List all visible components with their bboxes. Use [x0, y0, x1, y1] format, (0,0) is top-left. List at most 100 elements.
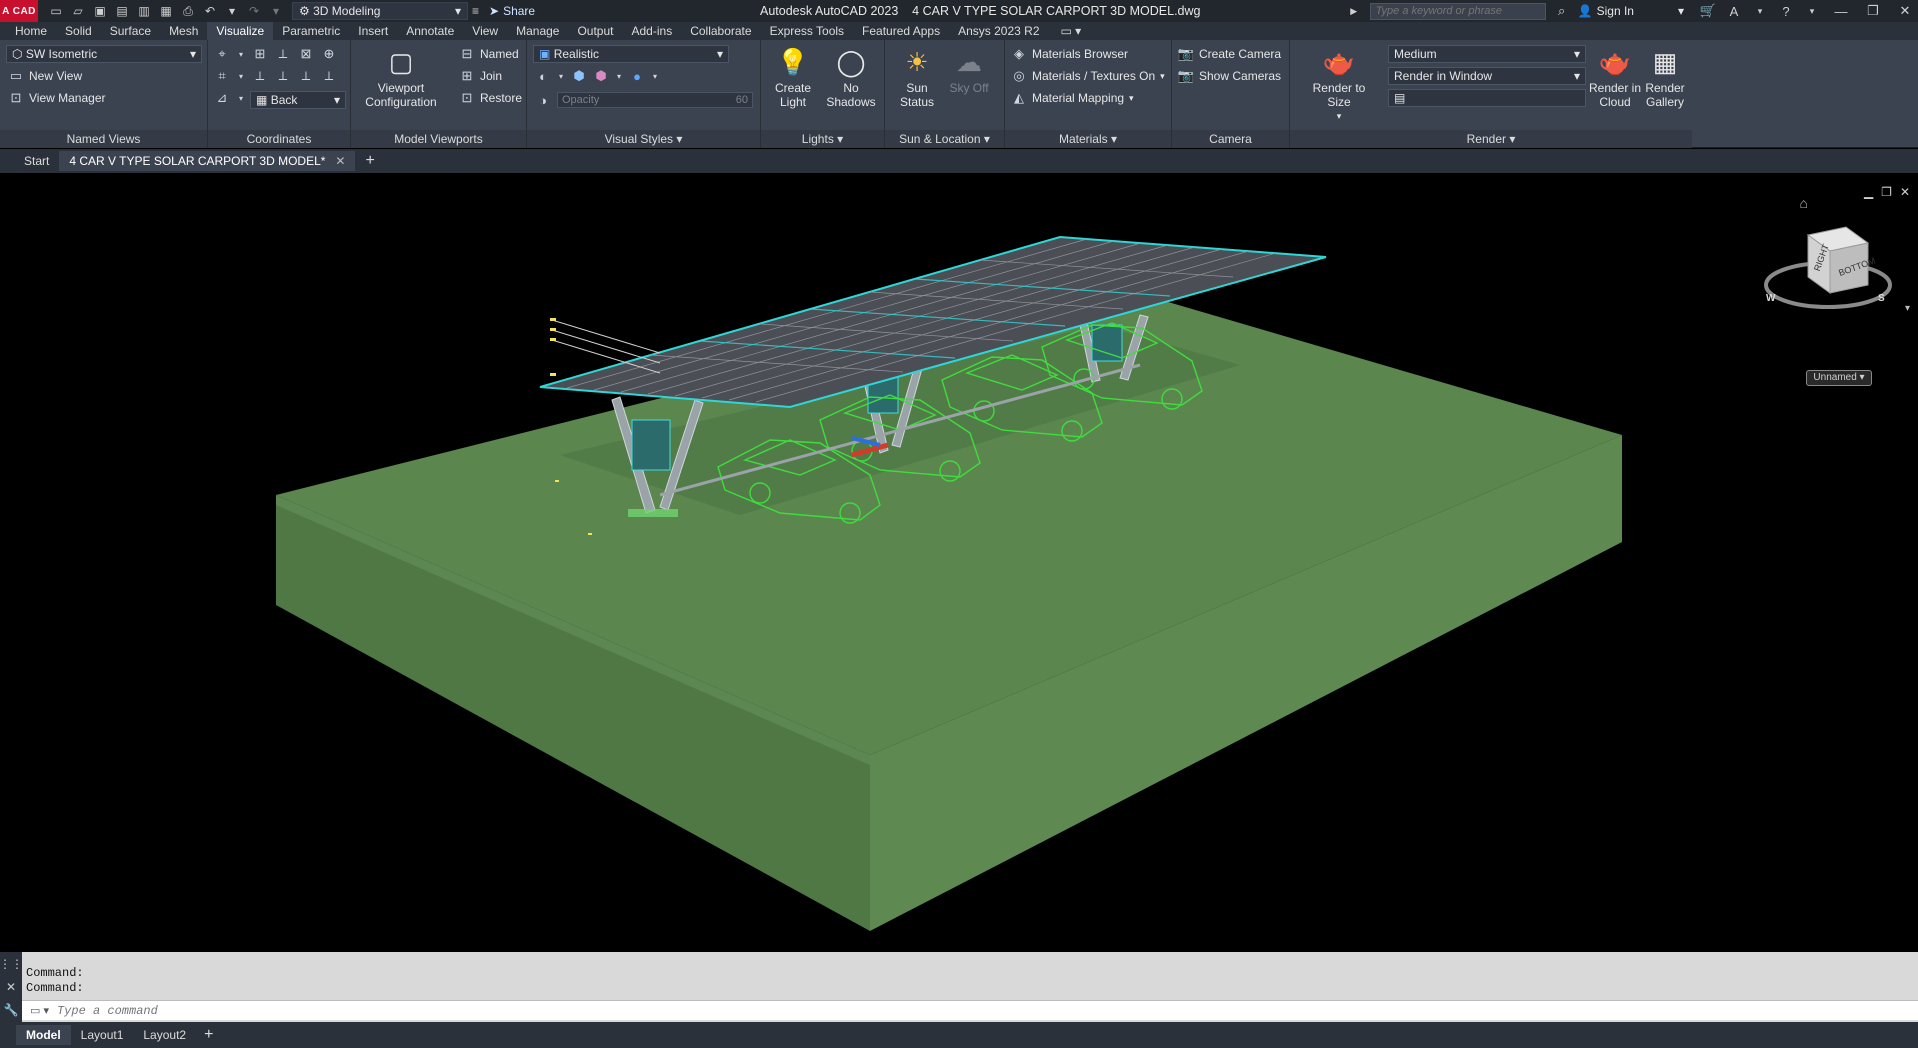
start-tab[interactable]: Start — [14, 151, 59, 171]
render-quality-combo[interactable]: Medium ▾ — [1388, 45, 1586, 63]
ucs-origin-icon[interactable]: ⟂ — [275, 46, 291, 62]
save-icon[interactable]: ▣ — [90, 2, 110, 20]
ucs-previous-icon[interactable]: ⌗ — [214, 68, 230, 84]
tab-mesh[interactable]: Mesh — [160, 22, 207, 40]
tab-surface[interactable]: Surface — [101, 22, 160, 40]
tab-home[interactable]: Home — [6, 22, 56, 40]
viewcube[interactable]: RIGHT BOTTOM W S — [1758, 205, 1898, 345]
create-light-button[interactable]: 💡 Create Light — [767, 45, 819, 109]
ucs-icon[interactable]: ⌖ — [214, 46, 230, 62]
minimize-icon[interactable]: — — [1828, 4, 1854, 19]
plot-icon[interactable]: ⎙ — [178, 2, 198, 20]
chevron-down-icon[interactable]: ▾ — [237, 90, 245, 106]
command-input[interactable] — [56, 1003, 657, 1018]
save-web-icon[interactable]: ▦ — [156, 2, 176, 20]
ucs-3point-icon[interactable]: ⊠ — [298, 46, 314, 62]
ucs-world-icon[interactable]: ⊞ — [252, 46, 268, 62]
help-search-input[interactable] — [1369, 2, 1546, 20]
tab-collaborate[interactable]: Collaborate — [681, 22, 760, 40]
tab-solid[interactable]: Solid — [56, 22, 101, 40]
viewport-configuration-button[interactable]: ▢ Viewport Configuration — [361, 45, 441, 109]
show-cameras-button[interactable]: 📷 Show Cameras — [1178, 68, 1281, 84]
add-layout-plus-icon[interactable]: + — [204, 1026, 213, 1044]
restore-icon[interactable]: ❐ — [1860, 3, 1886, 19]
home-icon[interactable]: ⌂ — [1800, 195, 1808, 211]
viewcube-menu-icon[interactable]: ▾ — [1905, 303, 1910, 314]
help-icon[interactable]: ? — [1776, 1, 1796, 21]
application-menu-button[interactable]: A CAD — [0, 0, 38, 22]
autodesk-a-icon[interactable]: A — [1724, 1, 1744, 21]
ucs-z-icon[interactable]: ⟂ — [298, 68, 314, 84]
sun-status-button[interactable]: ☀ Sun Status — [891, 45, 943, 109]
redo-icon[interactable]: ↷ — [244, 2, 264, 20]
close-icon[interactable]: ✕ — [6, 980, 16, 994]
open-web-icon[interactable]: ▥ — [134, 2, 154, 20]
tab-insert[interactable]: Insert — [349, 22, 397, 40]
ucs-view-icon[interactable]: ⊿ — [214, 90, 230, 106]
sky-off-button[interactable]: ☁ Sky Off — [943, 45, 995, 95]
no-shadows-button[interactable]: ◯ No Shadows — [823, 45, 879, 109]
chevron-down-icon[interactable]: ▾ — [557, 68, 565, 84]
chevron-down-icon[interactable]: ▾ — [615, 68, 623, 84]
shaded-box-icon[interactable]: ⬢ — [571, 68, 587, 84]
restore-button[interactable]: ⊡ Restore — [459, 90, 522, 106]
create-camera-button[interactable]: 📷 Create Camera — [1178, 46, 1281, 62]
workspace-switcher[interactable]: ⚙ 3D Modeling ▾ — [292, 2, 468, 20]
named-viewports-button[interactable]: ⊟ Named — [459, 46, 519, 62]
share-button[interactable]: ➤ Share — [489, 4, 535, 18]
tab-output[interactable]: Output — [568, 22, 622, 40]
render-environment-field[interactable]: ▤ — [1388, 89, 1586, 107]
globe-icon[interactable]: ● — [629, 68, 645, 84]
edge-effects-icon[interactable]: ◐ — [535, 68, 551, 84]
ucs-zaxis-icon[interactable]: ⟂ — [321, 68, 337, 84]
new-file-icon[interactable]: ▭ — [46, 2, 66, 20]
save-as-icon[interactable]: ▤ — [112, 2, 132, 20]
grip-icon[interactable]: ⋮⋮ — [0, 957, 23, 971]
materials-browser-button[interactable]: ◈ Materials Browser — [1011, 46, 1128, 62]
render-to-size-button[interactable]: 🫖 Render to Size ▾ — [1300, 45, 1378, 123]
chevron-down-icon[interactable]: ▾ — [237, 68, 245, 84]
new-drawing-plus-icon[interactable]: + — [365, 152, 374, 170]
materials-textures-button[interactable]: ◎ Materials / Textures On ▾ — [1011, 68, 1164, 84]
new-view-button[interactable]: ▭ New View — [8, 68, 82, 84]
tab-view[interactable]: View — [463, 22, 507, 40]
color-face-icon[interactable]: ⬢ — [593, 68, 609, 84]
undo-dropdown-icon[interactable]: ▾ — [222, 2, 242, 20]
redo-dropdown-icon[interactable]: ▾ — [266, 2, 286, 20]
ucs-y-icon[interactable]: ⟂ — [275, 68, 291, 84]
view-manager-button[interactable]: ⊡ View Manager — [8, 90, 106, 106]
tab-featured-apps[interactable]: Featured Apps — [853, 22, 949, 40]
render-gallery-button[interactable]: ▦ Render Gallery — [1640, 45, 1690, 109]
chevron-down-icon[interactable]: ▾ — [1750, 1, 1770, 21]
model-viewport[interactable]: ▁ ❐ ✕ RIGHT BOTTOM W S ⌂ ▾ Unnamed ▾ — [0, 175, 1918, 952]
opacity-slider[interactable]: Opacity 60 — [557, 92, 753, 108]
open-folder-icon[interactable]: ▱ — [68, 2, 88, 20]
undo-icon[interactable]: ↶ — [200, 2, 220, 20]
tab-model[interactable]: Model — [16, 1025, 71, 1045]
ucs-menu-button[interactable]: Unnamed ▾ — [1806, 370, 1872, 386]
customize-qat-icon[interactable]: ≡ — [472, 4, 479, 18]
close-icon[interactable]: ✕ — [335, 151, 345, 171]
drawing-tab[interactable]: 4 CAR V TYPE SOLAR CARPORT 3D MODEL* ✕ — [59, 151, 356, 171]
expand-arrow-icon[interactable]: ▶ — [1344, 1, 1364, 21]
chevron-down-icon[interactable]: ▾ — [651, 68, 659, 84]
tab-visualize[interactable]: Visualize — [207, 22, 274, 40]
ucs-object-icon[interactable]: ⊕ — [321, 46, 337, 62]
tab-layout2[interactable]: Layout2 — [133, 1025, 196, 1045]
cart-icon[interactable]: 🛒 — [1698, 1, 1718, 21]
tab-express-tools[interactable]: Express Tools — [761, 22, 853, 40]
customize-wrench-icon[interactable]: 🔧 — [4, 1003, 19, 1017]
search-icon[interactable]: ⌕ — [1552, 1, 1572, 21]
recent-commands-icon[interactable]: ▭ ▾ — [30, 1004, 49, 1017]
material-mapping-button[interactable]: ◭ Material Mapping ▾ — [1011, 90, 1134, 106]
render-output-combo[interactable]: Render in Window ▾ — [1388, 67, 1586, 85]
xray-icon[interactable]: ◑ — [535, 92, 551, 108]
ucs-x-icon[interactable]: ⟂ — [252, 68, 268, 84]
join-button[interactable]: ⊞ Join — [459, 68, 502, 84]
chevron-down-icon[interactable]: ▾ — [237, 46, 245, 62]
view-combo[interactable]: ⬡ SW Isometric ▾ — [6, 45, 202, 63]
visual-style-combo[interactable]: ▣ Realistic ▾ — [533, 45, 729, 63]
tab-annotate[interactable]: Annotate — [397, 22, 463, 40]
ucs-combo[interactable]: ▦ Back ▾ — [250, 91, 346, 109]
tab-ansys[interactable]: Ansys 2023 R2 — [949, 22, 1048, 40]
